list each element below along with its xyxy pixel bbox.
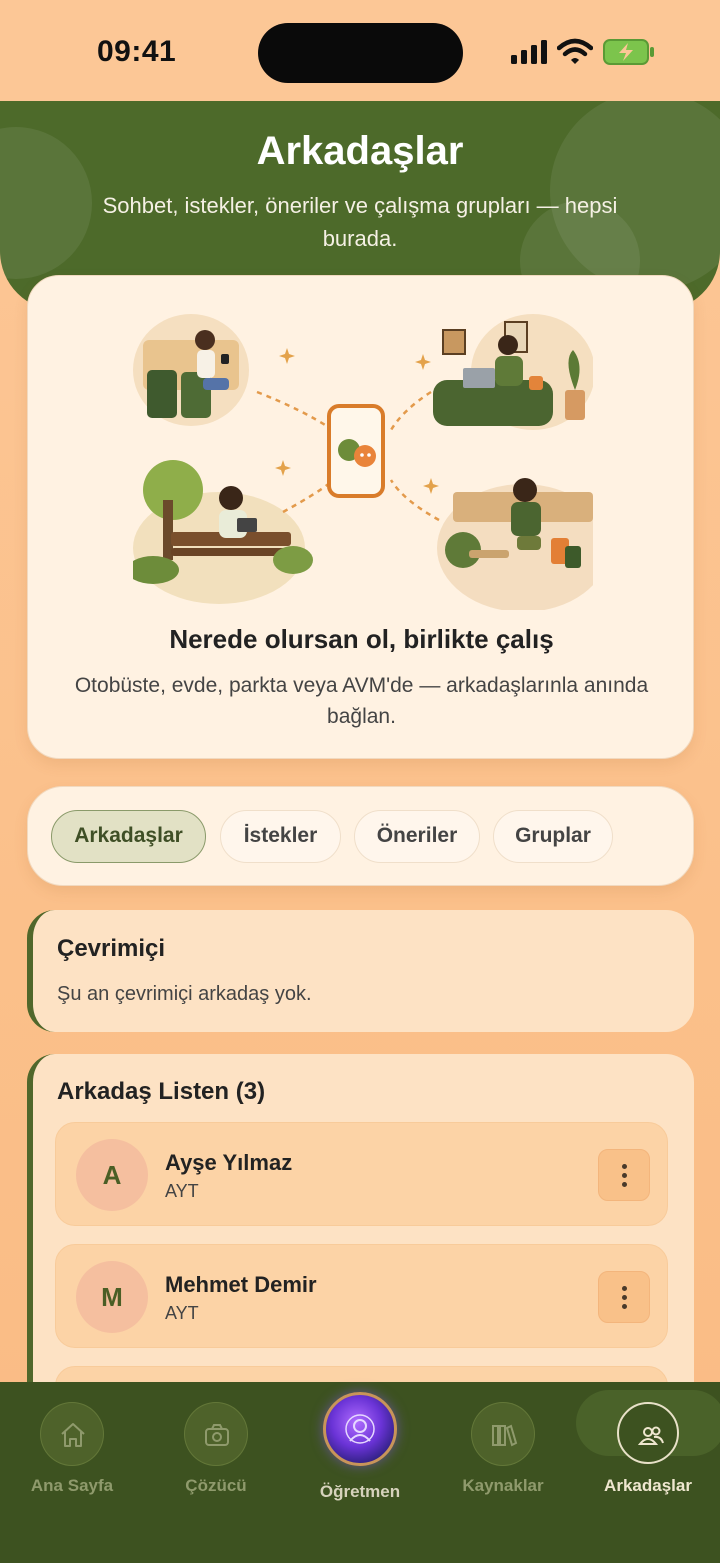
friend-exam: AYT bbox=[165, 1303, 199, 1323]
friend-row[interactable]: A Ayşe Yılmaz AYT bbox=[55, 1122, 668, 1226]
friends-icon bbox=[617, 1402, 679, 1464]
nav-solver[interactable]: Çözücü bbox=[144, 1382, 288, 1522]
nav-teacher-label[interactable]: Öğretmen bbox=[288, 1482, 432, 1502]
friend-exam: AYT bbox=[165, 1181, 199, 1201]
wifi-icon bbox=[557, 38, 593, 64]
nav-label: Arkadaşlar bbox=[604, 1476, 692, 1495]
battery-charging-icon bbox=[603, 39, 654, 65]
nav-label: Kaynaklar bbox=[462, 1476, 544, 1495]
tab-requests[interactable]: İstekler bbox=[220, 810, 341, 863]
more-options-button[interactable] bbox=[598, 1271, 650, 1323]
more-dot-icon bbox=[622, 1286, 627, 1291]
friend-row[interactable]: M Mehmet Demir AYT bbox=[55, 1244, 668, 1348]
nav-friends[interactable]: Arkadaşlar bbox=[576, 1382, 720, 1522]
online-section: Çevrimiçi Şu an çevrimiçi arkadaş yok. bbox=[27, 910, 694, 1032]
friends-list-title: Arkadaş Listen (3) bbox=[57, 1078, 266, 1105]
hero-title: Nerede olursan ol, birlikte çalış bbox=[169, 624, 554, 654]
nav-label: Çözücü bbox=[185, 1476, 247, 1495]
teacher-orb-icon[interactable] bbox=[323, 1392, 397, 1466]
bus-scene bbox=[133, 314, 249, 426]
dynamic-island bbox=[258, 23, 463, 83]
tab-bar: Arkadaşlar İstekler Öneriler Gruplar bbox=[27, 786, 694, 886]
nav-resources[interactable]: Kaynaklar bbox=[431, 1382, 575, 1522]
more-options-button[interactable] bbox=[598, 1149, 650, 1201]
camera-icon bbox=[184, 1402, 248, 1466]
online-empty-text: Şu an çevrimiçi arkadaş yok. bbox=[57, 983, 312, 1005]
study-anywhere-illustration bbox=[133, 314, 593, 610]
more-dot-icon bbox=[622, 1295, 627, 1300]
hero-subtitle: Otobüste, evde, parkta veya AVM'de — ark… bbox=[74, 674, 649, 728]
tab-groups[interactable]: Gruplar bbox=[493, 810, 613, 863]
friend-name: Ayşe Yılmaz bbox=[165, 1150, 293, 1175]
nav-label: Ana Sayfa bbox=[30, 1476, 114, 1495]
park-scene bbox=[133, 460, 313, 604]
online-title: Çevrimiçi bbox=[57, 935, 166, 962]
status-bar: 09:41 bbox=[0, 0, 720, 102]
page-subtitle: Sohbet, istekler, öneriler ve çalışma gr… bbox=[102, 193, 618, 251]
books-icon bbox=[471, 1402, 535, 1466]
cafe-scene bbox=[437, 478, 593, 610]
home-icon bbox=[40, 1402, 104, 1466]
tab-friends[interactable]: Arkadaşlar bbox=[51, 810, 206, 863]
home-scene bbox=[433, 314, 593, 430]
bottom-navigation: Ana Sayfa Çözücü Öğretmen Kaynaklar Arka… bbox=[0, 1382, 720, 1563]
page-title: Arkadaşlar bbox=[256, 129, 464, 173]
tab-suggestions[interactable]: Öneriler bbox=[354, 810, 480, 863]
avatar: A bbox=[76, 1139, 148, 1211]
phone-chat-icon bbox=[327, 404, 385, 498]
more-dot-icon bbox=[622, 1173, 627, 1178]
status-time: 09:41 bbox=[97, 35, 177, 68]
friend-name: Mehmet Demir bbox=[165, 1272, 317, 1297]
more-dot-icon bbox=[622, 1182, 627, 1187]
hero-card: Nerede olursan ol, birlikte çalış Otobüs… bbox=[27, 275, 694, 759]
avatar: M bbox=[76, 1261, 148, 1333]
nav-home[interactable]: Ana Sayfa bbox=[0, 1382, 144, 1522]
more-dot-icon bbox=[622, 1304, 627, 1309]
more-dot-icon bbox=[622, 1164, 627, 1169]
cellular-signal-icon bbox=[511, 40, 547, 64]
